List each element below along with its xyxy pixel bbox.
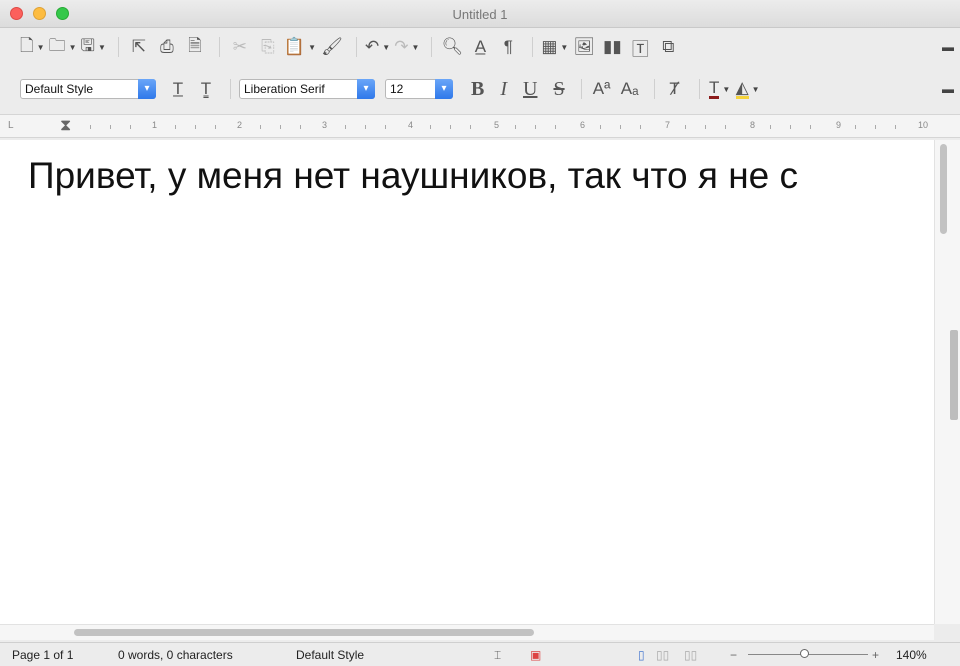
zoom-slider-knob[interactable] [800,649,809,658]
chevron-down-icon[interactable]: ▾ [435,79,453,99]
sidebar-handle[interactable] [950,330,958,420]
strikethrough-button[interactable]: S [553,78,564,101]
open-icon[interactable]: 🗀 ▼ [49,34,77,60]
spelling-icon[interactable]: A̲ [468,34,492,60]
insert-table-icon[interactable]: ▦ ▼ [541,34,568,60]
insert-page-break-icon[interactable]: ⧉ [656,34,680,60]
zoom-in-icon[interactable]: + [872,648,879,662]
clone-formatting-icon[interactable]: 🖌 [320,34,344,60]
copy-icon[interactable]: ⎘ [256,34,280,60]
toolbar-overflow-icon[interactable]: ▬ [942,40,954,54]
cut-icon[interactable]: ✂ [228,34,252,60]
indent-marker-icon[interactable]: ⧗ [60,117,71,135]
formatting-marks-icon[interactable]: ¶ [496,34,520,60]
insert-chart-icon[interactable]: ▮▮ [600,34,624,60]
subscript-icon[interactable]: Aₐ [618,76,642,102]
font-name-value: Liberation Serif [244,82,325,96]
superscript-icon[interactable]: Aª [590,76,614,102]
highlight-color-icon[interactable]: ◭ ▼ [735,76,760,102]
chevron-down-icon[interactable]: ▾ [138,79,156,99]
vertical-scroll-thumb[interactable] [940,144,947,234]
toolbar-overflow-icon[interactable]: ▬ [942,82,954,96]
undo-icon[interactable]: ↶ ▼ [365,34,390,60]
text-selection-mode-icon[interactable]: ⌶ [494,648,501,663]
document-text[interactable]: Привет, у меня нет наушников, так что я … [28,154,923,198]
document-page[interactable]: Привет, у меня нет наушников, так что я … [0,140,934,624]
document-modified-icon[interactable]: ▣ [530,648,541,662]
tab-stop-type-icon[interactable]: L [8,120,14,131]
formatting-toolbar: Default Style ▾ T̲ T̳ Liberation Serif ▾… [0,72,960,106]
chevron-down-icon[interactable]: ▾ [357,79,375,99]
font-size-combo[interactable]: 12 ▾ [385,79,453,99]
paragraph-style-combo[interactable]: Default Style ▾ [20,79,156,99]
multi-page-view-icon[interactable]: ▯▯ [656,648,669,662]
writer-window: Untitled 1 🗋 ▼ 🗀 ▼ 🖫 ▼ ⇱ ⎙ 🗎 ✂ ⎘ 📋 ▼ 🖌 ↶ ▼ ↷ ▼… [0,0,960,666]
insert-textbox-icon[interactable]: 🅃 [628,34,652,60]
print-preview-icon[interactable]: 🗎 [183,34,207,60]
clear-formatting-icon[interactable]: Ⱦ [663,76,687,102]
font-color-icon[interactable]: T ▼ [708,76,732,102]
font-name-combo[interactable]: Liberation Serif ▾ [239,79,375,99]
single-page-view-icon[interactable]: ▯ [638,648,645,662]
zoom-out-icon[interactable]: − [730,648,737,662]
window-title: Untitled 1 [452,7,508,22]
save-icon[interactable]: 🖫 ▼ [81,34,106,60]
underline-button[interactable]: U [523,78,537,101]
vertical-scrollbar[interactable] [934,140,960,624]
paragraph-style-value: Default Style [25,82,94,96]
zoom-level[interactable]: 140% [896,648,927,662]
print-icon[interactable]: ⎙ [155,34,179,60]
horizontal-ruler[interactable]: L ⧗ 1 2 3 4 5 6 7 8 9 10 [0,114,960,138]
horizontal-scroll-thumb[interactable] [74,629,534,636]
find-replace-icon[interactable]: 🔍︎ [440,34,464,60]
standard-toolbar: 🗋 ▼ 🗀 ▼ 🖫 ▼ ⇱ ⎙ 🗎 ✂ ⎘ 📋 ▼ 🖌 ↶ ▼ ↷ ▼ 🔍︎ A̲ ¶ ▦ ▼… [0,30,960,64]
page-style[interactable]: Default Style [296,648,364,662]
export-icon[interactable]: ⇱ [127,34,151,60]
title-bar: Untitled 1 [0,0,960,28]
new-icon[interactable]: 🗋 ▼ [20,34,45,60]
status-bar: Page 1 of 1 0 words, 0 characters Defaul… [0,642,960,666]
bold-button[interactable]: B [471,78,484,101]
new-style-icon[interactable]: T̳ [194,76,218,102]
horizontal-scrollbar[interactable] [0,624,934,640]
redo-icon[interactable]: ↷ ▼ [394,34,419,60]
page-count[interactable]: Page 1 of 1 [12,648,73,662]
insert-image-icon[interactable]: 🖼 [572,34,596,60]
book-view-icon[interactable]: ▯▯ [684,648,697,662]
word-count[interactable]: 0 words, 0 characters [118,648,233,662]
update-style-icon[interactable]: T̲ [166,76,190,102]
italic-button[interactable]: I [500,78,507,101]
paste-icon[interactable]: 📋 ▼ [284,34,316,60]
font-size-value: 12 [390,82,404,96]
